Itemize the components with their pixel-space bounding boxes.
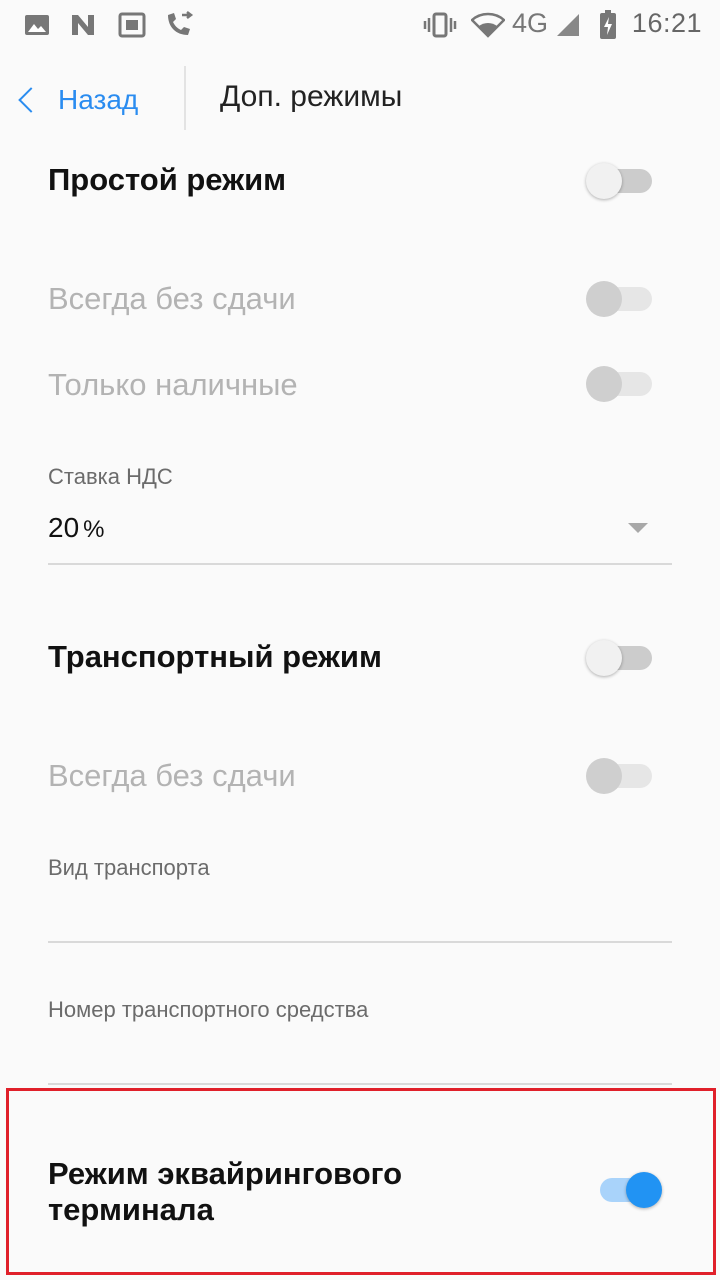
back-label: Назад <box>58 84 139 115</box>
vehicle-number-label: Номер транспортного средства <box>48 997 369 1022</box>
page-title: Доп. режимы <box>220 80 403 113</box>
battery-charging-icon <box>596 10 620 40</box>
transport-type-label: Вид транспорта <box>48 855 210 880</box>
vat-rate-select[interactable]: 20% <box>48 512 105 544</box>
simple-always-no-change-label: Всегда без сдачи <box>48 281 296 316</box>
vehicle-number-underline <box>48 1083 672 1085</box>
acquiring-mode-label-line1: Режим эквайрингового <box>48 1156 403 1191</box>
simple-mode-label: Простой режим <box>48 162 287 197</box>
status-bar: 4G 16:21 <box>0 0 720 50</box>
image-icon <box>22 10 52 40</box>
n-app-icon <box>68 10 98 40</box>
vehicle-number-input[interactable] <box>48 1022 672 1080</box>
transport-mode-switch[interactable] <box>586 640 656 676</box>
network-type: 4G <box>512 8 549 38</box>
vat-rate-underline <box>48 563 672 565</box>
wifi-icon <box>470 10 506 40</box>
simple-mode-switch[interactable] <box>586 163 656 199</box>
cash-only-switch[interactable] <box>586 366 656 402</box>
cash-only-label: Только наличные <box>48 367 298 402</box>
header-divider <box>184 66 186 130</box>
signal-icon <box>554 10 582 40</box>
acquiring-mode-label-line2: терминала <box>48 1192 214 1227</box>
vat-rate-value: 20 <box>48 512 80 543</box>
simple-always-no-change-switch[interactable] <box>586 281 656 317</box>
vibrate-icon <box>422 10 458 40</box>
transport-always-no-change-label: Всегда без сдачи <box>48 758 296 793</box>
clock: 16:21 <box>631 8 702 38</box>
transport-always-no-change-switch[interactable] <box>586 758 656 794</box>
call-forward-icon <box>162 10 196 40</box>
acquiring-mode-label: Режим эквайрингового терминала <box>48 1156 402 1228</box>
transport-type-underline <box>48 941 672 943</box>
chevron-down-icon[interactable] <box>628 523 648 533</box>
vat-rate-label: Ставка НДС <box>48 464 173 489</box>
back-button[interactable]: Назад <box>14 78 138 122</box>
vat-rate-unit: % <box>83 516 105 543</box>
chevron-left-icon <box>18 87 44 113</box>
transport-mode-label: Транспортный режим <box>48 639 382 674</box>
acquiring-mode-switch[interactable] <box>598 1172 668 1208</box>
screen-icon <box>116 10 148 40</box>
transport-type-input[interactable] <box>48 880 672 938</box>
